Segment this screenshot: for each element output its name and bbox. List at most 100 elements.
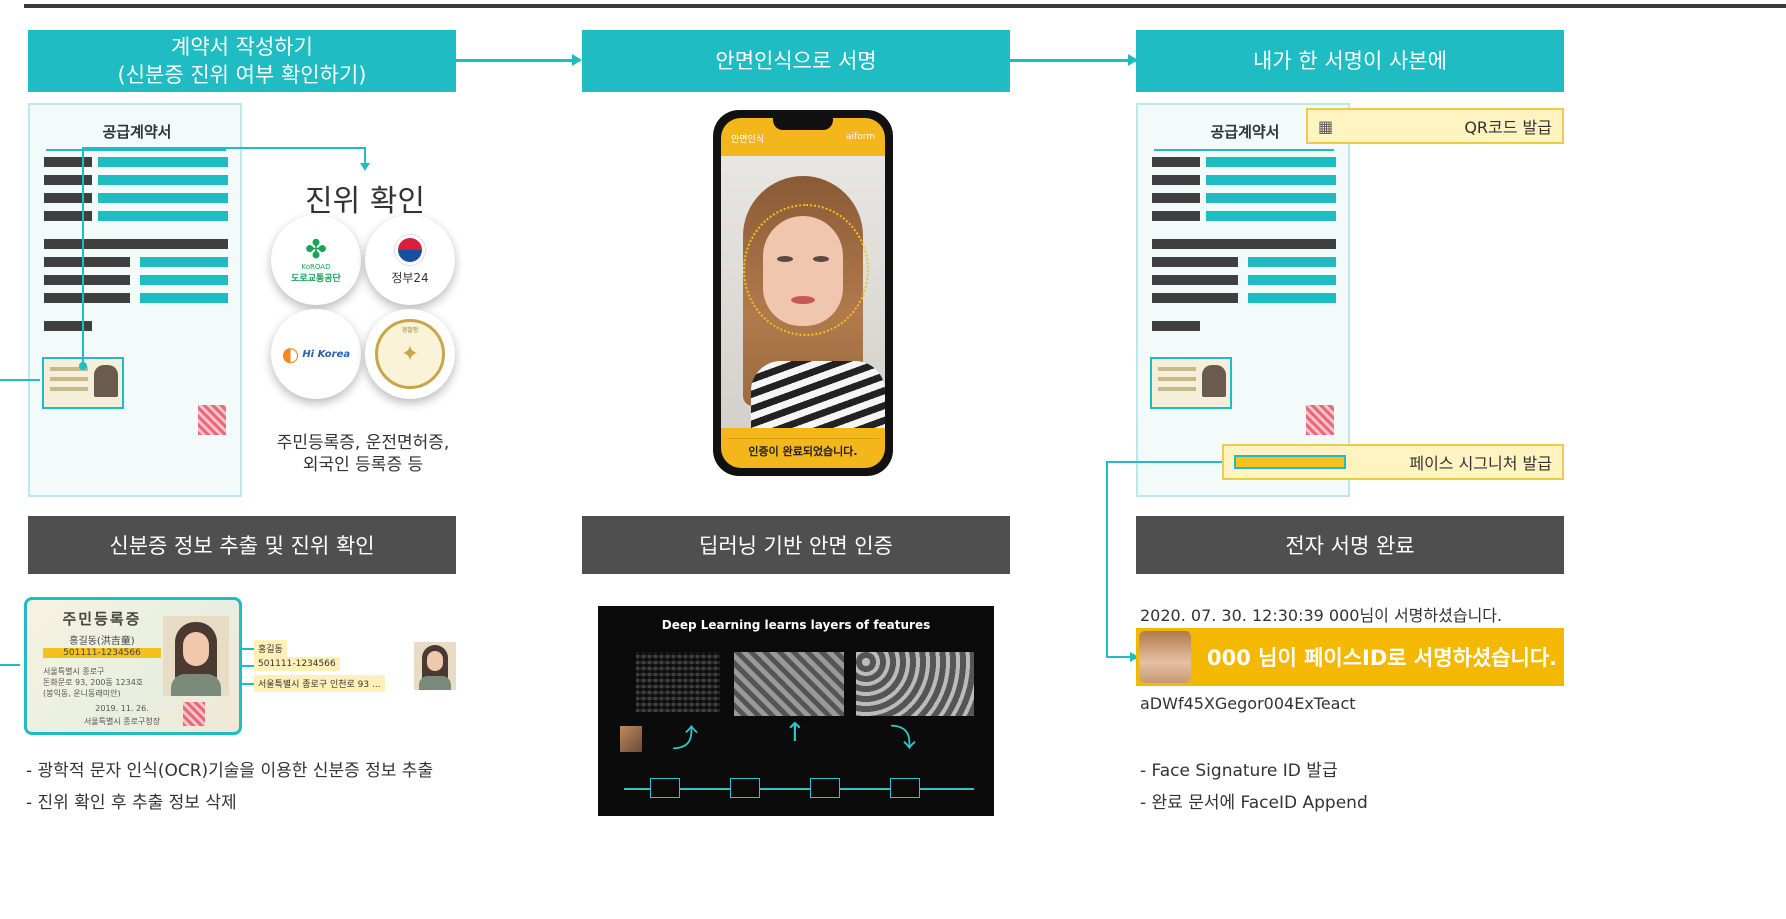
signature-banner: 000 님이 페이스ID로 서명하셨습니다. [1136,628,1564,686]
doc-line [98,157,228,167]
qr-code-icon: ▦ [1318,116,1334,136]
face-signature-banner: 페이스 시그니처 발급 [1222,444,1564,480]
dl-node [650,778,680,798]
step1-line1: 계약서 작성하기 [171,35,313,59]
signature-banner-text: 000 님이 페이스ID로 서명하셨습니다. [1207,646,1558,670]
doc-line [44,211,92,221]
doc-line [140,293,228,303]
bullet-right-2: - 완료 문서에 FaceID Append [1140,793,1368,813]
doc-line [1152,175,1200,185]
phone-brand: aiform [846,132,875,142]
id-line [50,387,88,391]
doc-id-card-thumbnail [1150,357,1232,409]
doc-line [140,275,228,285]
verify-caption-line2: 외국인 등록증 등 [302,455,424,475]
doc-line [1152,157,1200,167]
connector-line [242,665,254,667]
bullet-left-1: - 광학적 문자 인식(OCR)기술을 이용한 신분증 정보 추출 [26,761,434,781]
qr-banner: ▦ QR코드 발급 [1306,108,1564,144]
dl-node [810,778,840,798]
step3-header: 내가 한 서명이 사본에 [1136,30,1564,92]
connector-line [0,664,20,666]
dl-layer2-features [734,652,844,716]
deep-learning-figure: Deep Learning learns layers of features … [598,606,994,816]
doc-line [44,293,130,303]
doc-line [44,275,130,285]
smartphone: 안면인식 aiform 인증이 완료되었습니다. [713,110,893,476]
doc-line [1152,211,1200,221]
id-card-seal-icon [183,702,205,726]
police-label: 경찰청 [401,327,419,334]
id-card-date: 2019. 11. 26. [95,704,149,713]
arrow-1 [456,54,582,66]
doc-line [1152,293,1238,303]
hikorea-icon: ◐ [281,342,300,366]
clover-icon: ✤ [305,234,327,265]
id-line [50,377,88,381]
bullet-left-2: - 진위 확인 후 추출 정보 삭제 [26,793,237,813]
doc-line [1152,193,1200,203]
face-detect-circle [743,204,869,336]
top-rule [24,4,1786,8]
signer-avatar [1139,631,1191,683]
doc-line [98,175,228,185]
connector-line [82,147,84,365]
photo-shoulders [419,676,451,690]
gov24-label: 정부24 [391,270,429,285]
phone-app-label: 안면인식 [731,135,765,145]
section-deeplearning-title: 딥러닝 기반 안면 인증 [699,534,893,558]
id-card-image: 주민등록증 홍길동(洪吉童) 501111-1234566 서울특별시 종로구 … [24,597,242,735]
connector-line [242,683,254,685]
red-seal-icon [198,405,226,435]
connector-line [1106,461,1222,463]
dl-arrow-up-icon: ⤴ [672,724,699,754]
doc-title-underline [1154,149,1334,151]
arrow-2 [1010,54,1138,66]
doc-line [44,193,92,203]
dl-arrow-up-icon: ↑ [784,718,806,748]
section-ocr-title: 신분증 정보 추출 및 진위 확인 [109,534,375,558]
id-card-photo [163,616,229,696]
doc-line [44,257,130,267]
face-signature-label: 페이스 시그니처 발급 [1409,454,1552,473]
connector-line [82,147,366,149]
phone-status-banner: 인증이 완료되었습니다. [727,438,879,462]
taegeuk-icon [395,234,425,265]
verify-caption-line1: 주민등록증, 운전면허증, [276,433,450,453]
dl-arrow-up-icon: ⤵ [890,724,917,754]
extracted-name: 홍길동 [254,640,287,657]
section-esign-title: 전자 서명 완료 [1285,534,1415,558]
doc-line [1206,211,1336,221]
red-seal-icon [1306,405,1334,435]
doc-line [1206,175,1336,185]
logo-koroad: ✤ KoROAD 도로교통공단 [271,215,361,305]
doc-title-right: 공급계약서 [1210,123,1280,141]
eagle-icon: ✦ [400,341,420,367]
extracted-photo [414,642,456,690]
id-line [1158,387,1196,391]
koroad-sub: KoROAD [301,262,331,271]
step3-title: 내가 한 서명이 사본에 [1253,49,1447,73]
extracted-number: 501111-1234566 [254,657,340,671]
step1-header: 계약서 작성하기 (신분증 진위 여부 확인하기) [28,30,456,92]
doc-line [44,175,92,185]
hikorea-mark: ◐ Hi Korea [282,342,350,366]
signature-hash: aDWf45XGegor004ExTeact [1140,694,1356,713]
doc-line [98,211,228,221]
dl-node [890,778,920,798]
doc-line [44,157,92,167]
id-line [1158,377,1196,381]
connector-arrowhead [360,163,370,171]
doc-line [1248,275,1336,285]
doc-line [1248,257,1336,267]
id-photo [94,365,118,397]
doc-line [1152,275,1238,285]
connector-line [1106,461,1108,657]
dl-layer3-features [856,652,974,716]
dl-title: Deep Learning learns layers of features [661,618,931,632]
doc-line [1248,293,1336,303]
id-card-address1: 서울특별시 종로구 [43,667,105,676]
connector-line [0,379,40,381]
verify-heading: 진위 확인 [305,184,425,219]
connector-dot [79,362,87,370]
